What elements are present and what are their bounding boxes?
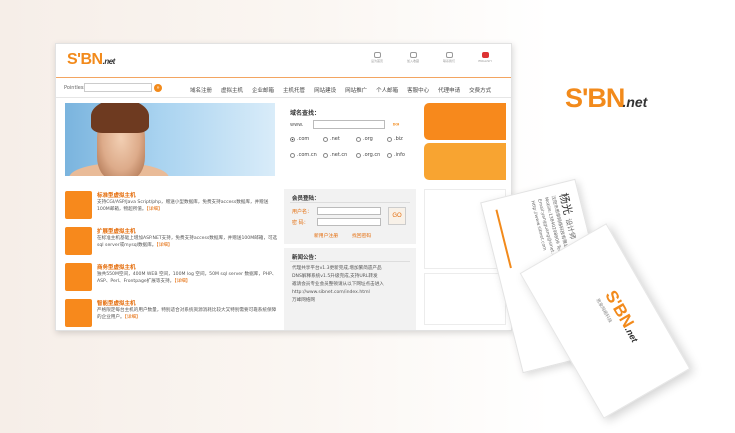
domain-search-title: 域名查找： [290,110,321,117]
nav-item-payment[interactable]: 交费方式 [469,86,491,94]
nav-item-service[interactable]: 客服中心 [407,86,429,94]
brand-logo: S'BN.net [565,83,648,113]
news-item[interactable]: DNS解释系统v1.5升级完成,支持URL转发 [292,273,412,281]
hosting-desc: 严格限定每台主机的用户数量，特别适合对系统资源消耗比较大又特别需要可靠系统保障的… [97,308,277,320]
list-item: 商务型虚拟主机 独共550M空间，400M WEB 空间，100M log 空间… [65,261,279,296]
nav-item-website-build[interactable]: 网站建设 [314,86,336,94]
hosting-thumb [65,299,92,327]
login-title: 会员登陆： [292,196,320,202]
nav-item-domain[interactable]: 域名注册 [190,86,212,94]
hosting-desc: 支持CGI/ASP/Java Script/php，赠送小型数据库，免费支持ac… [97,200,269,212]
login-button[interactable]: GO [388,207,406,225]
domain-search-panel: 域名查找： www. »» .com .net .org .biz .com.c… [280,103,420,180]
news-panel: 新闻公告： 代理共享平台v1.3更新完成,增加繁简遗产品 DNS解释系统v1.5… [284,248,416,330]
nav-item-enterprise-mail[interactable]: 企业邮箱 [252,86,274,94]
hosting-title[interactable]: 商务型虚拟主机 [97,263,136,271]
news-item[interactable]: 万峰网络网 [292,297,412,305]
more-link[interactable]: 【详细】 [174,279,190,284]
site-logo[interactable]: S'BN.net [67,51,115,69]
mail-icon [409,52,417,58]
password-label: 密 码： [292,220,309,226]
nav-item-personal-mail[interactable]: 个人邮箱 [376,86,398,94]
hero-banner [65,103,275,176]
news-list: 代理共享平台v1.3更新完成,增加繁简遗产品 DNS解释系统v1.5升级完成,支… [292,265,412,305]
promo-block[interactable] [424,143,506,180]
news-title: 新闻公告： [292,255,320,261]
tld-option[interactable]: .com [290,136,309,142]
hosting-title[interactable]: 标准型虚拟主机 [97,191,136,199]
top-link-favorite[interactable]: 加入收藏 [399,52,427,63]
more-link[interactable]: 【详细】 [146,207,162,212]
card-accent-stripe [495,209,512,269]
hosting-list: 标准型虚拟主机 支持CGI/ASP/Java Script/php，赠送小型数据… [65,189,279,330]
flag-icon [481,52,489,58]
nav-divider [56,97,511,98]
login-links: 新用户注册 找回密码 [314,232,371,239]
member-login-panel: 会员登陆： 用户名： 密 码： GO 新用户注册 找回密码 [284,189,416,244]
main-nav: 域名注册 虚拟主机 企业邮箱 主机托管 网站建设 网站推广 个人邮箱 客服中心 … [190,86,491,94]
divider [290,202,410,203]
contact-icon [445,52,453,58]
radio-icon [356,136,361,142]
banner-figure-hair [91,103,149,133]
register-link[interactable]: 新用户注册 [314,232,338,239]
hosting-title[interactable]: 扩展型虚拟主机 [97,227,136,235]
nav-item-agent[interactable]: 代理申请 [438,86,460,94]
top-link-english[interactable]: ENGLISH [471,52,499,63]
username-label: 用户名： [292,209,313,215]
nav-item-virtual-host[interactable]: 虚拟主机 [221,86,243,94]
home-icon [373,52,381,58]
password-input[interactable] [317,218,381,226]
radio-icon [323,152,328,158]
tld-option[interactable]: .info [387,152,405,158]
news-item[interactable]: 邀请会员专业会员整顿请从以下网址点击进入 [292,281,412,289]
tld-option[interactable]: .org [356,136,373,142]
hosting-desc: 独共550M空间，400M WEB 空间，100M log 空间，50M sql… [97,272,277,284]
hosting-title[interactable]: 智能型虚拟主机 [97,299,136,307]
radio-icon [387,136,392,142]
news-item[interactable]: 代理共享平台v1.3更新完成,增加繁简遗产品 [292,265,412,273]
news-item[interactable]: http://www.sibnet.com/index.html [292,289,412,297]
side-box [424,273,506,325]
search-button[interactable]: » [154,84,162,92]
hosting-thumb [65,263,92,291]
hosting-thumb [65,227,92,255]
tld-option[interactable]: .org.cn [356,152,380,158]
header-divider [56,77,511,78]
hosting-desc: 在标准主机基础上增加ASP.NET支持，免费支持access数据库，并赠送100… [97,236,278,248]
list-item: 扩展型虚拟主机 在标准主机基础上增加ASP.NET支持，免费支持access数据… [65,225,279,260]
tld-option[interactable]: .biz [387,136,403,142]
divider [290,261,410,262]
tld-option[interactable]: .net [323,136,340,142]
website-mockup: S'BN.net 设为首页 加入收藏 联系我们 ENGLISH Pointles… [55,43,512,331]
www-label: www. [290,122,304,128]
radio-icon [387,152,392,158]
more-link[interactable]: 【详细】 [156,243,172,248]
radio-icon [290,152,295,158]
more-link[interactable]: 【详细】 [125,315,141,320]
forgot-password-link[interactable]: 找回密码 [352,232,371,239]
tld-option[interactable]: .net.cn [323,152,347,158]
tld-option[interactable]: .com.cn [290,152,317,158]
radio-icon [323,136,328,142]
nav-item-hosting[interactable]: 主机托管 [283,86,305,94]
hosting-thumb [65,191,92,219]
top-link-contact[interactable]: 联系我们 [435,52,463,63]
radio-icon [356,152,361,158]
promo-block[interactable] [424,103,506,140]
top-links: 设为首页 加入收藏 联系我们 ENGLISH [363,52,499,63]
search-input[interactable] [84,83,152,92]
radio-selected-icon [290,136,295,142]
list-item: 智能型虚拟主机 严格限定每台主机的用户数量，特别适合对系统资源消耗比较大又特别需… [65,297,279,330]
nav-item-promotion[interactable]: 网站推广 [345,86,367,94]
list-item: 标准型虚拟主机 支持CGI/ASP/Java Script/php，赠送小型数据… [65,189,279,224]
domain-input[interactable] [313,120,385,129]
top-link-home[interactable]: 设为首页 [363,52,391,63]
username-input[interactable] [317,207,381,215]
domain-search-button[interactable]: »» [388,119,404,130]
search-label: Pointless [64,85,87,91]
card-logo: S'BN.net 思泉网络科技 [594,287,645,349]
